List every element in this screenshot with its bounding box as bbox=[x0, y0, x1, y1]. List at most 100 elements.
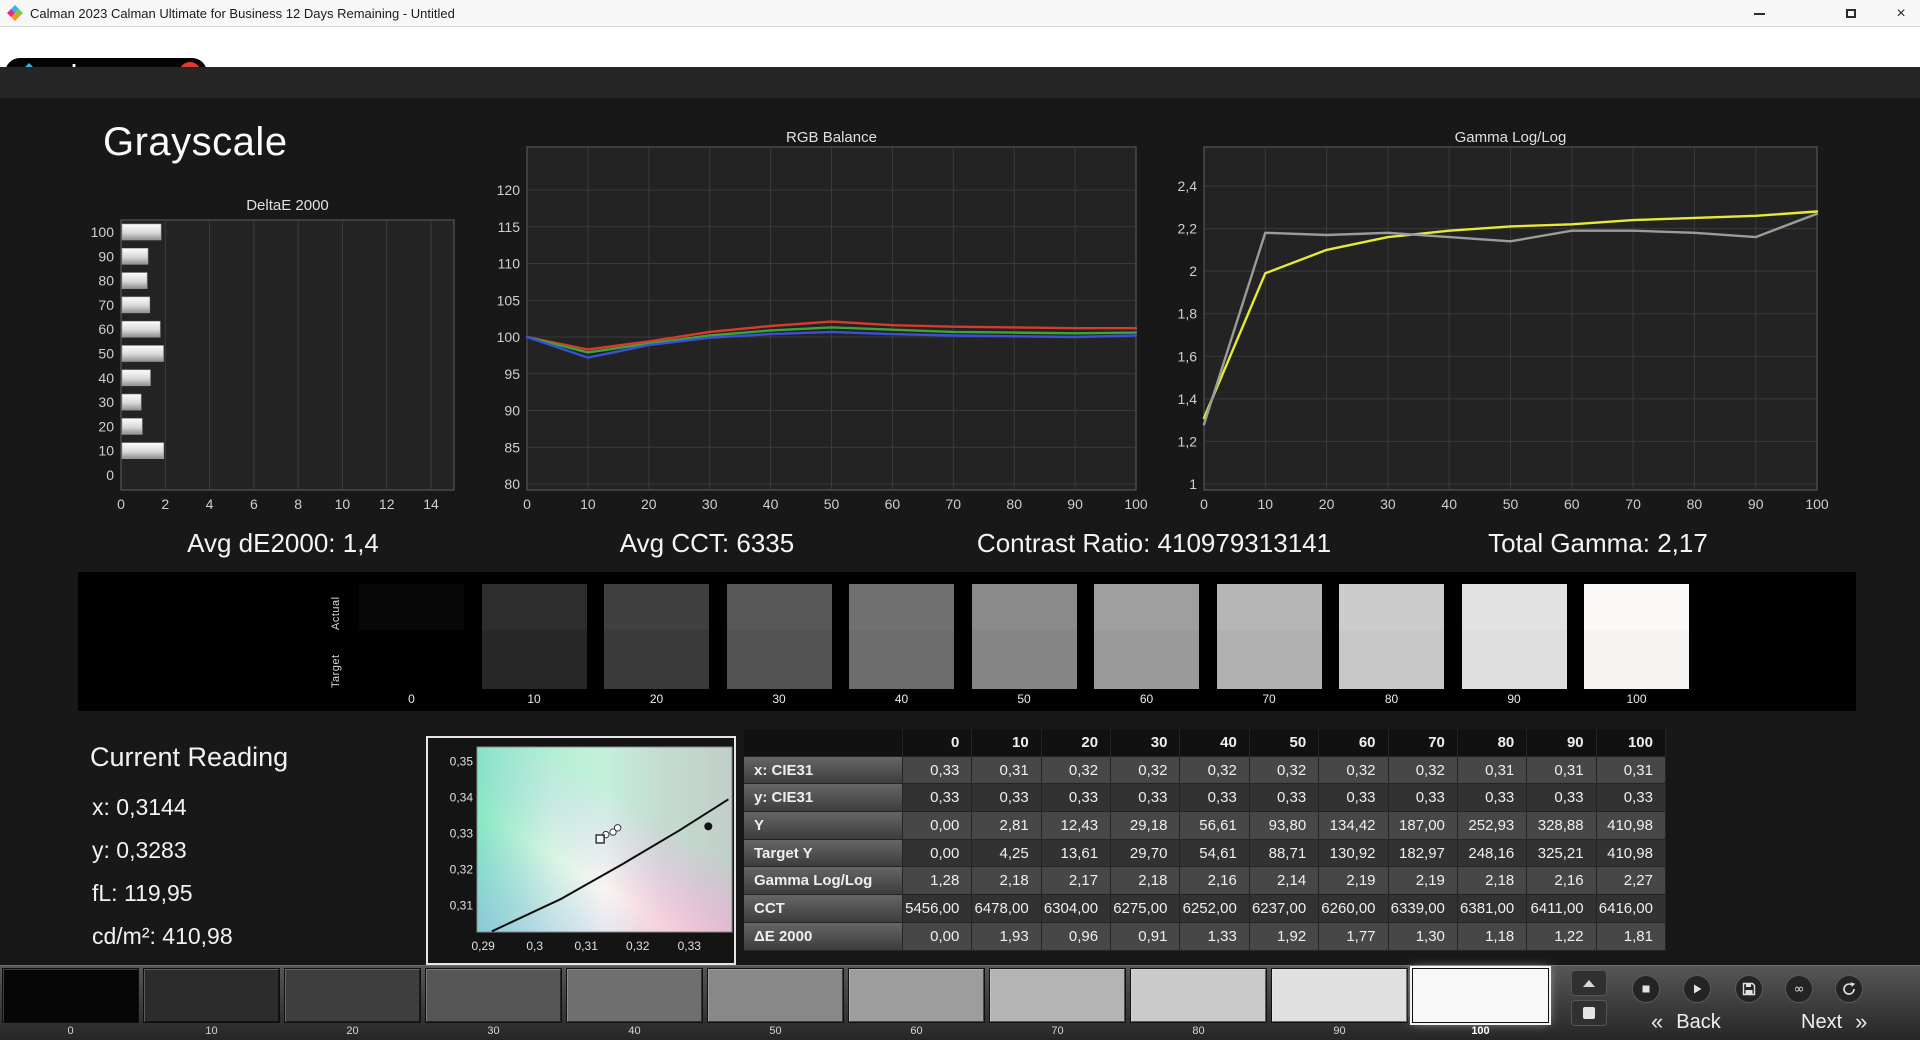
swatch-level-label: 0 bbox=[408, 692, 415, 706]
svg-text:50: 50 bbox=[1503, 496, 1519, 512]
table-value-cell: 134,42 bbox=[1319, 812, 1389, 840]
table-value-cell: 2,19 bbox=[1319, 867, 1389, 896]
svg-text:100: 100 bbox=[91, 224, 115, 240]
swatch-patch bbox=[971, 584, 1077, 689]
table-value-cell: 410,98 bbox=[1596, 839, 1666, 868]
table-value-cell: 6339,00 bbox=[1388, 895, 1458, 923]
table-value-cell: 29,70 bbox=[1111, 839, 1181, 868]
patch-level-label: 100 bbox=[1471, 1025, 1490, 1037]
table-value-cell: 0,32 bbox=[1041, 756, 1112, 785]
patch-button-20[interactable]: 20 bbox=[284, 968, 421, 1039]
swatch-actual-half bbox=[481, 584, 587, 631]
continuous-read-button[interactable]: ∞ bbox=[1785, 975, 1813, 1003]
patch-button-30[interactable]: 30 bbox=[425, 968, 562, 1039]
swatch-actual-half bbox=[1216, 584, 1322, 631]
back-button[interactable]: « Back bbox=[1645, 1007, 1760, 1037]
table-value-cell: 248,16 bbox=[1457, 839, 1528, 868]
svg-text:1: 1 bbox=[1189, 476, 1197, 492]
swatch-level-label: 40 bbox=[894, 692, 909, 706]
chevron-up-icon bbox=[1583, 979, 1595, 987]
table-value-cell: 0,32 bbox=[1319, 756, 1389, 785]
table-value-cell: 0,33 bbox=[1527, 784, 1597, 813]
svg-text:0,32: 0,32 bbox=[450, 863, 474, 877]
svg-text:40: 40 bbox=[1441, 496, 1457, 512]
maximize-button[interactable] bbox=[1834, 0, 1868, 27]
table-column-header: 50 bbox=[1249, 729, 1320, 757]
table-column-header: 60 bbox=[1319, 729, 1389, 757]
patch-button-0[interactable]: 0 bbox=[2, 968, 139, 1039]
table-value-cell: 0,31 bbox=[972, 756, 1042, 785]
svg-text:80: 80 bbox=[98, 273, 114, 289]
patch-button-10[interactable]: 10 bbox=[143, 968, 280, 1039]
svg-text:Gamma Log/Log: Gamma Log/Log bbox=[1455, 129, 1567, 146]
patch-swatch bbox=[1410, 966, 1551, 1025]
swatch-patch bbox=[1339, 584, 1444, 689]
table-value-cell: 0,33 bbox=[1319, 784, 1389, 813]
svg-text:100: 100 bbox=[497, 329, 521, 345]
minimize-button[interactable] bbox=[1742, 0, 1776, 27]
svg-text:90: 90 bbox=[1748, 496, 1764, 512]
table-value-cell: 6416,00 bbox=[1596, 895, 1666, 923]
pattern-window-button[interactable] bbox=[1571, 1000, 1607, 1026]
patch-button-100[interactable]: 100 bbox=[1410, 966, 1551, 1039]
stop-button[interactable] bbox=[1632, 975, 1660, 1003]
patch-button-90[interactable]: 90 bbox=[1271, 968, 1408, 1039]
save-button[interactable] bbox=[1735, 975, 1763, 1003]
svg-text:110: 110 bbox=[498, 256, 521, 272]
patch-swatch bbox=[989, 968, 1126, 1023]
svg-text:0,31: 0,31 bbox=[575, 939, 599, 953]
table-value-cell: 0,33 bbox=[972, 784, 1042, 813]
patch-button-80[interactable]: 80 bbox=[1130, 968, 1267, 1039]
table-value-cell: 2,18 bbox=[1111, 867, 1181, 896]
next-button[interactable]: Next » bbox=[1795, 1007, 1918, 1037]
svg-text:20: 20 bbox=[1319, 496, 1335, 512]
svg-text:2: 2 bbox=[1189, 263, 1197, 279]
patch-swatch bbox=[284, 968, 421, 1023]
svg-text:6: 6 bbox=[250, 496, 258, 512]
expand-panel-button[interactable] bbox=[1571, 970, 1607, 996]
stop-icon bbox=[1642, 985, 1650, 993]
table-row-label: y: CIE31 bbox=[744, 784, 903, 813]
table-value-cell: 0,31 bbox=[1596, 756, 1666, 785]
play-button[interactable] bbox=[1683, 975, 1711, 1003]
svg-text:10: 10 bbox=[1258, 496, 1274, 512]
svg-text:40: 40 bbox=[763, 496, 779, 512]
svg-text:80: 80 bbox=[504, 476, 520, 492]
svg-text:8: 8 bbox=[294, 496, 302, 512]
patch-button-60[interactable]: 60 bbox=[848, 968, 985, 1039]
table-value-cell: 187,00 bbox=[1388, 812, 1458, 840]
table-value-cell: 1,18 bbox=[1457, 922, 1528, 951]
table-value-cell: 6381,00 bbox=[1457, 895, 1528, 923]
swatch-target-half bbox=[971, 630, 1077, 689]
swatch-target-half bbox=[359, 630, 464, 689]
swatch-level-label: 60 bbox=[1139, 692, 1154, 706]
svg-text:0,3: 0,3 bbox=[526, 939, 543, 953]
close-button[interactable]: × bbox=[1884, 0, 1918, 27]
pattern-control-bar: 0 10 20 30 40 50 60 70 80 90 100 ∞ « Bac… bbox=[0, 965, 1920, 1040]
svg-text:70: 70 bbox=[1625, 496, 1641, 512]
refresh-button[interactable] bbox=[1835, 975, 1863, 1003]
svg-text:60: 60 bbox=[885, 496, 901, 512]
svg-text:80: 80 bbox=[1687, 496, 1703, 512]
svg-text:2,4: 2,4 bbox=[1178, 178, 1198, 194]
table-value-cell: 0,91 bbox=[1111, 922, 1181, 951]
reading-fl: fL: 119,95 bbox=[92, 880, 193, 906]
svg-text:0,33: 0,33 bbox=[450, 827, 474, 841]
table-column-header: 80 bbox=[1457, 729, 1528, 757]
patch-level-label: 10 bbox=[205, 1025, 218, 1037]
table-value-cell: 325,21 bbox=[1527, 839, 1597, 868]
patch-button-40[interactable]: 40 bbox=[566, 968, 703, 1039]
stat-avg-de2000: Avg dE2000: 1,4 bbox=[187, 528, 379, 558]
swatch-actual-half bbox=[1339, 584, 1444, 631]
swatch-target-half bbox=[726, 630, 832, 689]
table-value-cell: 6411,00 bbox=[1527, 895, 1597, 923]
table-value-cell: 182,97 bbox=[1388, 839, 1458, 868]
deltae-bar-chart: DeltaE 20000 2 4 6 8 10 12 14100908070605040302… bbox=[91, 197, 455, 512]
table-value-cell: 0,31 bbox=[1457, 756, 1528, 785]
patch-button-70[interactable]: 70 bbox=[989, 968, 1126, 1039]
table-value-cell: 0,33 bbox=[1457, 784, 1528, 813]
svg-text:12: 12 bbox=[379, 496, 395, 512]
svg-text:20: 20 bbox=[641, 496, 657, 512]
minimize-icon bbox=[1753, 12, 1765, 15]
patch-button-50[interactable]: 50 bbox=[707, 968, 844, 1039]
